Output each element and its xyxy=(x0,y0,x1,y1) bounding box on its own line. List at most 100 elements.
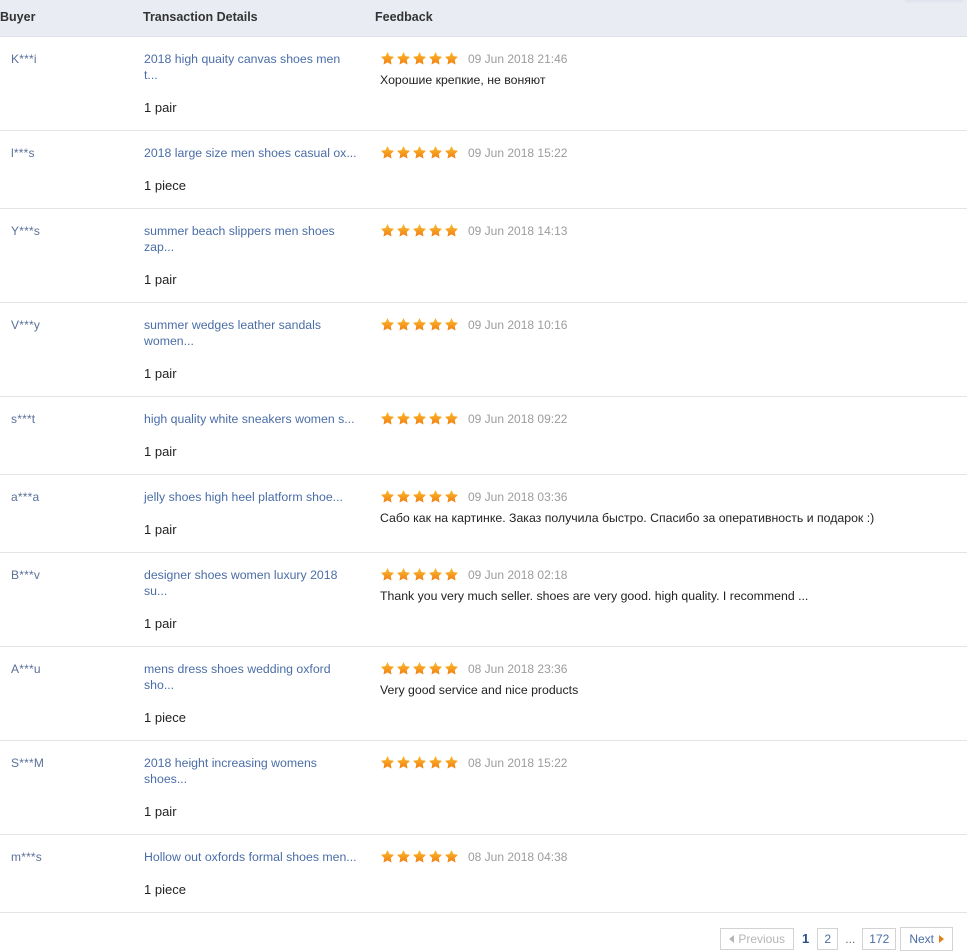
cell-transaction-details: summer wedges leather sandals women... 1 … xyxy=(143,302,375,397)
quantity-label: 1 pair xyxy=(144,271,177,287)
feedback-date: 09 Jun 2018 09:22 xyxy=(468,411,568,426)
feedback-date: 09 Jun 2018 03:36 xyxy=(468,489,568,504)
cell-buyer: S***M xyxy=(0,740,143,835)
cell-buyer: A***u xyxy=(0,646,143,741)
quantity-label: 1 piece xyxy=(144,709,186,725)
product-link[interactable]: 2018 height increasing womens shoes... xyxy=(144,755,357,787)
feedback-date: 09 Jun 2018 14:13 xyxy=(468,223,568,238)
cell-transaction-details: summer beach slippers men shoes zap... 1 … xyxy=(143,208,375,303)
product-link[interactable]: designer shoes women luxury 2018 su... xyxy=(144,567,357,599)
table-row: S***M 2018 height increasing womens shoes… xyxy=(0,740,967,835)
column-header-feedback: Feedback xyxy=(375,0,967,37)
buyer-name: m***s xyxy=(11,849,43,864)
feedback-date: 08 Jun 2018 04:38 xyxy=(468,849,568,864)
product-link[interactable]: high quality white sneakers women s... xyxy=(144,411,357,427)
table-row: B***v designer shoes women luxury 2018 su… xyxy=(0,552,967,647)
table-row: K***i 2018 high quaity canvas shoes men t… xyxy=(0,36,967,131)
cell-transaction-details: 2018 large size men shoes casual ox... 1 … xyxy=(143,130,375,209)
product-link[interactable]: 2018 high quaity canvas shoes men t... xyxy=(144,51,357,83)
feedback-header: 09 Jun 2018 21:46 xyxy=(380,51,959,67)
pagination-previous-button[interactable]: Previous xyxy=(720,927,795,950)
feedback-header: 08 Jun 2018 23:36 xyxy=(380,661,959,677)
pagination-page-2[interactable]: 2 xyxy=(817,927,839,950)
cell-transaction-details: designer shoes women luxury 2018 su... 1 … xyxy=(143,552,375,647)
rating-stars xyxy=(380,223,459,238)
cell-feedback: 09 Jun 2018 02:18 Thank you very much sel… xyxy=(375,552,967,647)
rating-stars xyxy=(380,849,459,864)
feedback-date: 08 Jun 2018 23:36 xyxy=(468,661,568,676)
table-row: V***y summer wedges leather sandals women… xyxy=(0,302,967,397)
cell-transaction-details: high quality white sneakers women s... 1 … xyxy=(143,396,375,475)
cell-feedback: 09 Jun 2018 09:22 xyxy=(375,396,967,475)
feedback-date: 09 Jun 2018 10:16 xyxy=(468,317,568,332)
rating-stars xyxy=(380,661,459,676)
table-row: Y***s summer beach slippers men shoes zap… xyxy=(0,208,967,303)
cell-transaction-details: 2018 high quaity canvas shoes men t... 1 … xyxy=(143,36,375,131)
rating-stars xyxy=(380,51,459,66)
cell-feedback: 09 Jun 2018 10:16 xyxy=(375,302,967,397)
quantity-label: 1 pair xyxy=(144,365,177,381)
pagination-previous-label: Previous xyxy=(738,931,786,946)
feedback-comment: Хорошие крепкие, не воняют xyxy=(380,72,546,87)
feedback-header: 09 Jun 2018 14:13 xyxy=(380,223,959,239)
clipped-top-artifact xyxy=(905,0,963,5)
quantity-label: 1 pair xyxy=(144,803,177,819)
column-header-transaction-details: Transaction Details xyxy=(143,0,375,37)
cell-buyer: s***t xyxy=(0,396,143,475)
product-link[interactable]: summer beach slippers men shoes zap... xyxy=(144,223,357,255)
cell-feedback: 09 Jun 2018 03:36 Сабо как на картинке. З… xyxy=(375,474,967,553)
product-link[interactable]: 2018 large size men shoes casual ox... xyxy=(144,145,357,161)
rating-stars xyxy=(380,755,459,770)
cell-buyer: l***s xyxy=(0,130,143,209)
buyer-name: A***u xyxy=(11,661,41,676)
buyer-name: s***t xyxy=(11,411,36,426)
buyer-name: a***a xyxy=(11,489,40,504)
table-header-row: Buyer Transaction Details Feedback xyxy=(0,0,967,37)
quantity-label: 1 piece xyxy=(144,177,186,193)
buyer-name: V***y xyxy=(11,317,41,332)
feedback-header: 08 Jun 2018 04:38 xyxy=(380,849,959,865)
product-link[interactable]: summer wedges leather sandals women... xyxy=(144,317,357,349)
cell-feedback: 09 Jun 2018 15:22 xyxy=(375,130,967,209)
column-header-buyer: Buyer xyxy=(0,0,143,37)
product-link[interactable]: mens dress shoes wedding oxford sho... xyxy=(144,661,357,693)
pagination-container: Previous 1 2 ... 172 Next xyxy=(0,913,967,951)
buyer-name: K***i xyxy=(11,51,37,66)
product-link[interactable]: jelly shoes high heel platform shoe... xyxy=(144,489,357,505)
cell-transaction-details: 2018 height increasing womens shoes... 1 … xyxy=(143,740,375,835)
cell-transaction-details: mens dress shoes wedding oxford sho... 1 … xyxy=(143,646,375,741)
feedback-header: 09 Jun 2018 03:36 xyxy=(380,489,959,505)
table-row: A***u mens dress shoes wedding oxford sho… xyxy=(0,646,967,741)
cell-feedback: 08 Jun 2018 23:36 Very good service and n… xyxy=(375,646,967,741)
buyer-name: l***s xyxy=(11,145,35,160)
table-row: s***t high quality white sneakers women s… xyxy=(0,396,967,475)
product-link[interactable]: Hollow out oxfords formal shoes men... xyxy=(144,849,357,865)
table-row: m***s Hollow out oxfords formal shoes men… xyxy=(0,834,967,913)
cell-buyer: K***i xyxy=(0,36,143,131)
pagination-page-1[interactable]: 1 xyxy=(798,928,813,950)
table-row: l***s 2018 large size men shoes casual ox… xyxy=(0,130,967,209)
cell-transaction-details: jelly shoes high heel platform shoe... 1 … xyxy=(143,474,375,553)
feedback-header: 09 Jun 2018 02:18 xyxy=(380,567,959,583)
pagination-next-label: Next xyxy=(909,931,934,946)
pagination-next-button[interactable]: Next xyxy=(900,926,953,951)
cell-buyer: B***v xyxy=(0,552,143,647)
cell-buyer: m***s xyxy=(0,834,143,913)
feedback-date: 08 Jun 2018 15:22 xyxy=(468,755,568,770)
quantity-label: 1 pair xyxy=(144,521,177,537)
feedback-header: 09 Jun 2018 15:22 xyxy=(380,145,959,161)
rating-stars xyxy=(380,145,459,160)
quantity-label: 1 pair xyxy=(144,99,177,115)
feedback-table: Buyer Transaction Details Feedback K***i… xyxy=(0,0,967,913)
table-row: a***a jelly shoes high heel platform shoe… xyxy=(0,474,967,553)
rating-stars xyxy=(380,317,459,332)
feedback-header: 09 Jun 2018 10:16 xyxy=(380,317,959,333)
feedback-header: 09 Jun 2018 09:22 xyxy=(380,411,959,427)
rating-stars xyxy=(380,567,459,582)
cell-feedback: 08 Jun 2018 04:38 xyxy=(375,834,967,913)
pagination-last-page[interactable]: 172 xyxy=(862,927,897,950)
feedback-header: 08 Jun 2018 15:22 xyxy=(380,755,959,771)
feedback-comment: Thank you very much seller. shoes are ve… xyxy=(380,588,809,603)
feedback-date: 09 Jun 2018 02:18 xyxy=(468,567,568,582)
pagination-ellipsis: ... xyxy=(845,931,856,946)
